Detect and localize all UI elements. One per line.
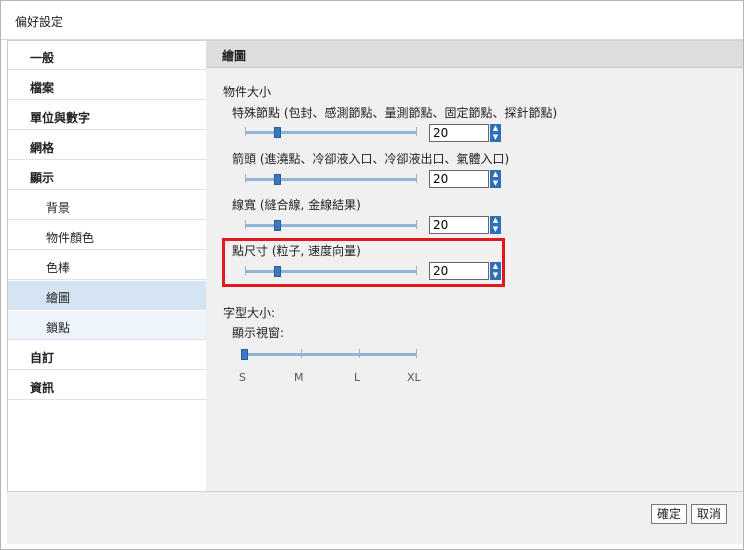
sidebar-item-label: 單位與數字 (30, 111, 91, 125)
arrows-spinner[interactable]: ▲ ▼ (490, 170, 501, 188)
slider-tick (301, 349, 302, 358)
sidebar-item-label: 自訂 (30, 351, 55, 365)
sidebar-item-snap[interactable]: 鎖點 (8, 311, 206, 340)
preferences-dialog: 偏好設定 一般 檔案 單位與數字 網格 顯示 背景 物件顏色 色棒 繪圖 鎖點 … (0, 0, 744, 550)
sidebar-item-colorbar[interactable]: 色棒 (8, 251, 206, 280)
slider-track (245, 178, 417, 181)
spin-down-icon[interactable]: ▼ (490, 225, 501, 234)
arrows-value-input[interactable] (429, 170, 489, 188)
spin-up-icon[interactable]: ▲ (490, 124, 501, 133)
display-window-label: 顯示視窗: (232, 326, 285, 340)
line-width-spinner[interactable]: ▲ ▼ (490, 216, 501, 234)
slider-tick (245, 127, 246, 136)
cancel-button[interactable]: 取消 (691, 504, 727, 524)
spin-down-icon[interactable]: ▼ (490, 179, 501, 188)
scale-label-l: L (354, 371, 361, 384)
object-size-title: 物件大小 (223, 85, 272, 99)
spin-down-icon[interactable]: ▼ (490, 133, 501, 142)
slider-thumb[interactable] (241, 349, 248, 360)
spin-up-icon[interactable]: ▲ (490, 170, 501, 179)
highlight-box (222, 238, 505, 287)
ok-button[interactable]: 確定 (651, 504, 687, 524)
slider-tick (416, 220, 417, 229)
sidebar-item-object-color[interactable]: 物件顏色 (8, 221, 206, 250)
title-bar: 偏好設定 (1, 1, 743, 40)
sidebar-item-general[interactable]: 一般 (8, 41, 206, 70)
sidebar-item-background[interactable]: 背景 (8, 191, 206, 220)
sidebar-item-custom[interactable]: 自訂 (8, 341, 206, 370)
sidebar-item-info[interactable]: 資訊 (8, 371, 206, 400)
sidebar-item-label: 檔案 (30, 81, 55, 95)
slider-track (245, 224, 417, 227)
sidebar: 一般 檔案 單位與數字 網格 顯示 背景 物件顏色 色棒 繪圖 鎖點 自訂 資訊 (7, 41, 207, 492)
dialog-footer: 確定 取消 (7, 491, 743, 544)
special-nodes-value-input[interactable] (429, 124, 489, 142)
scale-label-s: S (239, 371, 246, 384)
sidebar-item-label: 網格 (30, 141, 55, 155)
sidebar-item-label: 背景 (46, 201, 71, 215)
slider-tick (245, 220, 246, 229)
slider-tick (416, 349, 417, 358)
sidebar-item-label: 一般 (30, 51, 55, 65)
line-width-value-input[interactable] (429, 216, 489, 234)
scale-label-xl: XL (407, 371, 421, 384)
font-size-title: 字型大小: (223, 306, 276, 320)
arrows-label: 箭頭 (進澆點、冷卻液入口、冷卻液出口、氣體入口) (232, 152, 510, 166)
sidebar-item-label: 鎖點 (46, 321, 71, 335)
special-nodes-spinner[interactable]: ▲ ▼ (490, 124, 501, 142)
sidebar-item-drawing[interactable]: 繪圖 (8, 281, 206, 310)
slider-track (243, 353, 417, 356)
sidebar-item-label: 色棒 (46, 261, 71, 275)
sidebar-item-label: 繪圖 (46, 291, 71, 305)
slider-tick (416, 127, 417, 136)
sidebar-item-units[interactable]: 單位與數字 (8, 101, 206, 130)
special-nodes-label: 特殊節點 (包封、感測節點、量測節點、固定節點、探針節點) (232, 106, 558, 120)
line-width-label: 線寬 (縫合線, 金線結果) (232, 198, 361, 212)
slider-thumb[interactable] (274, 220, 281, 231)
spin-up-icon[interactable]: ▲ (490, 216, 501, 225)
slider-thumb[interactable] (274, 174, 281, 185)
slider-thumb[interactable] (274, 127, 281, 138)
slider-track (245, 131, 417, 134)
slider-tick (245, 174, 246, 183)
sidebar-item-grid[interactable]: 網格 (8, 131, 206, 160)
sidebar-item-label: 資訊 (30, 381, 55, 395)
sidebar-item-file[interactable]: 檔案 (8, 71, 206, 100)
sidebar-item-label: 物件顏色 (46, 231, 95, 245)
sidebar-item-display[interactable]: 顯示 (8, 161, 206, 190)
scale-label-m: M (294, 371, 304, 384)
window-title: 偏好設定 (15, 15, 64, 29)
panel-header: 繪圖 (206, 41, 743, 68)
slider-tick (416, 174, 417, 183)
slider-tick (359, 349, 360, 358)
sidebar-item-label: 顯示 (30, 171, 55, 185)
panel-title: 繪圖 (222, 49, 247, 63)
